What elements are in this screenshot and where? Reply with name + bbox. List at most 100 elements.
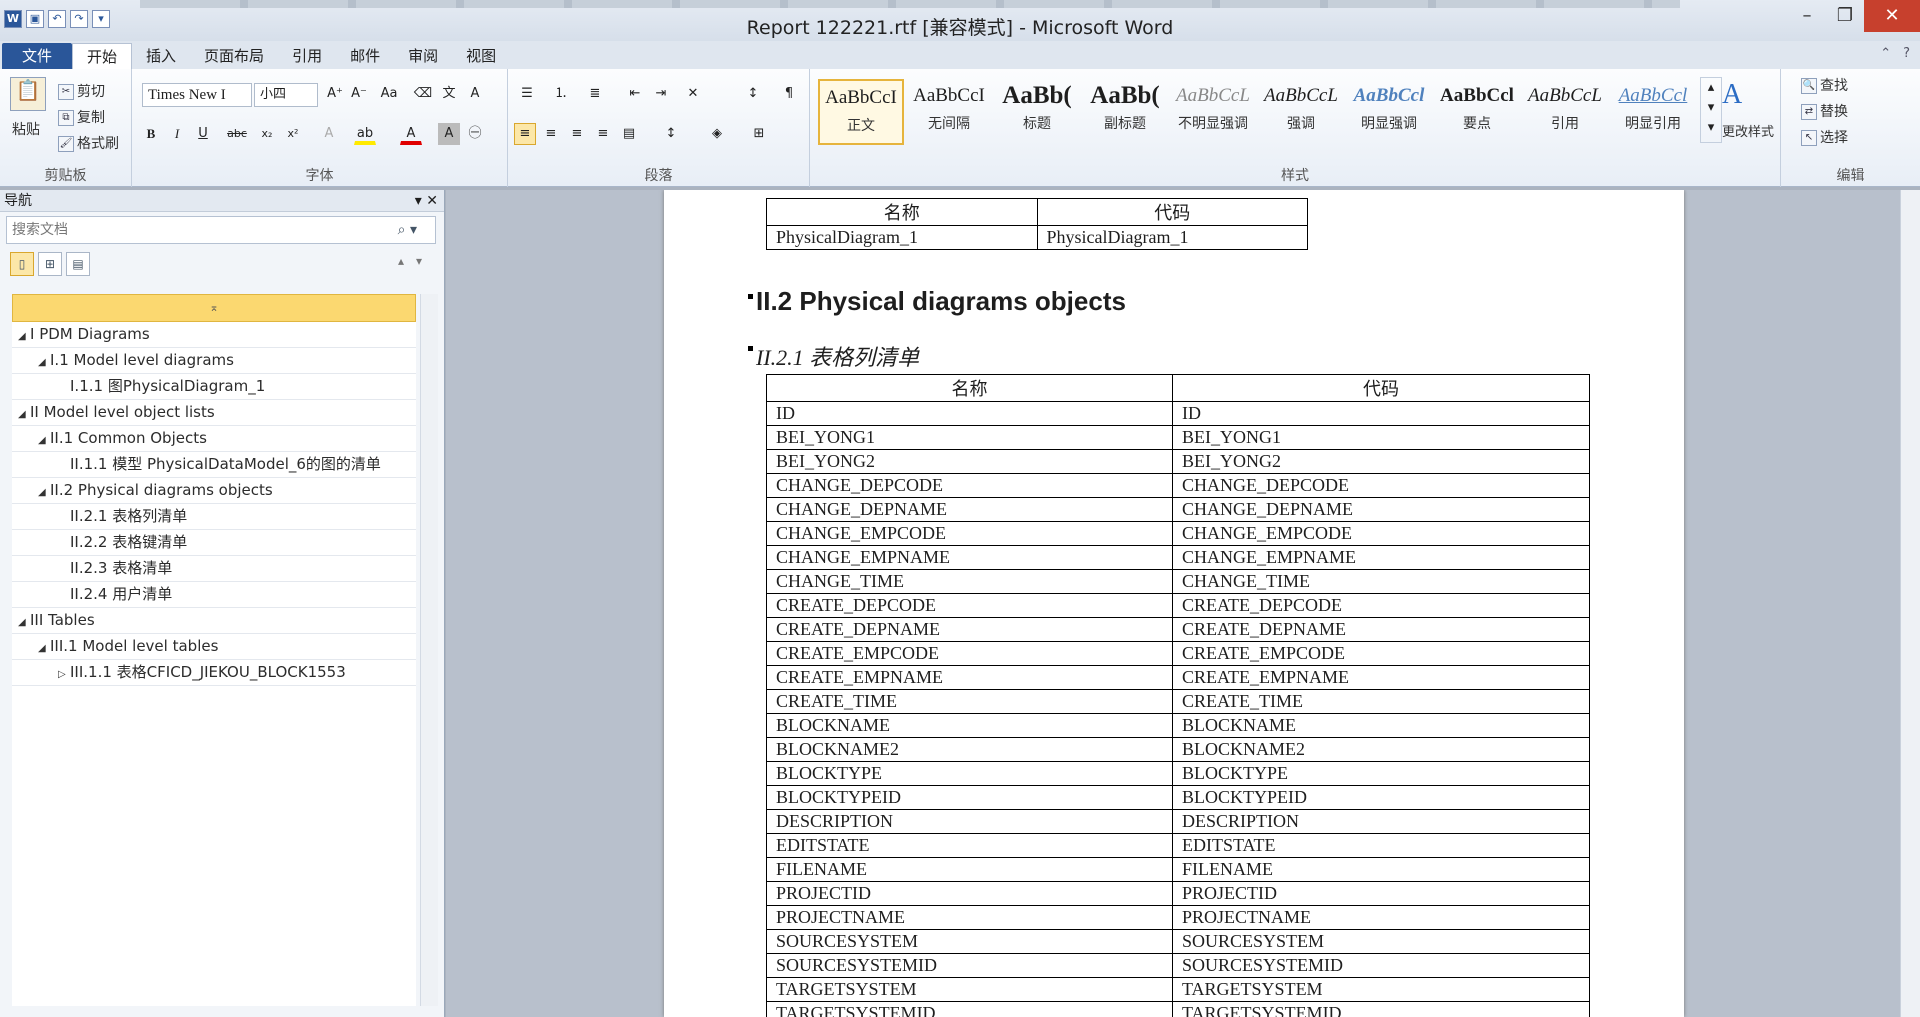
italic-icon[interactable]: I — [166, 123, 188, 145]
style-emphasis[interactable]: AaBbCcL 强调 — [1258, 79, 1344, 145]
nav-tree-item[interactable]: ◢ II.1 Common Objects — [12, 426, 416, 452]
tab-mailings[interactable]: 邮件 — [336, 43, 394, 69]
nav-prev-next-icon[interactable]: ▴▾ — [398, 254, 434, 268]
document-scrollbar[interactable] — [1900, 190, 1920, 1017]
style-intense-quote[interactable]: AaBbCcl 明显引用 — [1610, 79, 1696, 145]
collapse-icon[interactable]: ◢ — [18, 402, 30, 427]
font-name-combo[interactable]: Times New I — [142, 83, 252, 107]
justify-icon[interactable]: ≡ — [592, 123, 614, 145]
document-page[interactable]: 名称 代码 PhysicalDiagram_1 PhysicalDiagram_… — [664, 190, 1684, 1017]
enclose-char-icon[interactable]: ㊀ — [464, 123, 486, 145]
select-button[interactable]: ↖ 选择 — [1801, 127, 1848, 147]
change-styles-icon[interactable]: A — [1722, 79, 1742, 111]
collapse-icon[interactable]: ◢ — [18, 610, 30, 635]
styles-scroll-icon[interactable]: ▴ ▾ ▾ — [1700, 77, 1722, 143]
paste-button[interactable]: 粘贴 — [12, 119, 40, 139]
sort-icon[interactable]: ↕ — [742, 83, 764, 105]
collapse-icon[interactable]: ◢ — [18, 324, 30, 349]
nav-tree-item[interactable]: ◢ III Tables — [12, 608, 416, 634]
tab-review[interactable]: 审阅 — [394, 43, 452, 69]
collapse-icon[interactable]: ◢ — [38, 428, 50, 453]
tab-home[interactable]: 开始 — [72, 43, 133, 69]
align-right-icon[interactable]: ≡ — [566, 123, 588, 145]
align-left-icon[interactable]: ≡ — [514, 123, 536, 145]
nav-tree-item[interactable]: II.2.2 表格键清单 — [12, 530, 416, 556]
chinese-layout-icon[interactable]: ✕ — [682, 83, 704, 105]
search-input[interactable]: 搜索文档 ⌕ ▾ — [6, 216, 436, 244]
style-heading[interactable]: AaBb(标题 — [994, 79, 1080, 145]
collapse-all-bar[interactable]: ⌅ — [12, 294, 416, 322]
clear-format-icon[interactable]: ⌫ — [412, 83, 434, 105]
results-view-icon[interactable]: ▤ — [66, 252, 90, 276]
nav-tree-item[interactable]: ◢ I PDM Diagrams — [12, 322, 416, 348]
decrease-indent-icon[interactable]: ⇤ — [624, 83, 646, 105]
find-button[interactable]: 🔍 查找 — [1801, 75, 1848, 95]
expand-icon[interactable]: ▷ — [58, 662, 70, 687]
style-normal[interactable]: AaBbCcI 正文 — [818, 79, 904, 145]
search-icon[interactable]: ⌕ ▾ — [398, 217, 417, 243]
underline-icon[interactable]: U — [192, 123, 214, 145]
highlight-icon[interactable]: ab — [354, 123, 376, 145]
text-effect-icon[interactable]: A — [318, 123, 340, 145]
collapse-icon[interactable]: ◢ — [38, 350, 50, 375]
help-icon[interactable]: ? — [1903, 46, 1910, 61]
style-subtle-emphasis[interactable]: AaBbCcL 不明显强调 — [1170, 79, 1256, 145]
tree-scrollbar[interactable] — [420, 294, 438, 1006]
nav-tree-item[interactable]: II.2.3 表格清单 — [12, 556, 416, 582]
phonetic-guide-icon[interactable]: 文 — [438, 83, 460, 105]
style-quote[interactable]: AaBbCcL 引用 — [1522, 79, 1608, 145]
paste-icon[interactable]: 📋 — [10, 77, 46, 111]
style-intense-emphasis[interactable]: AaBbCcl 明显强调 — [1346, 79, 1432, 145]
nav-tree-item[interactable]: ◢ II Model level object lists — [12, 400, 416, 426]
bold-icon[interactable]: B — [140, 123, 162, 145]
collapse-icon[interactable]: ◢ — [38, 480, 50, 505]
grow-font-icon[interactable]: A⁺ — [324, 83, 346, 105]
tab-view[interactable]: 视图 — [452, 43, 510, 69]
superscript-icon[interactable]: x² — [282, 123, 304, 145]
nav-tree-item[interactable]: II.1.1 模型 PhysicalDataModel_6的图的清单 — [12, 452, 416, 478]
format-painter-button[interactable]: 🖌 格式刷 — [58, 133, 119, 153]
borders-icon[interactable]: ⊞ — [748, 123, 770, 145]
nav-tree-item[interactable]: ◢ I.1 Model level diagrams — [12, 348, 416, 374]
headings-view-icon[interactable]: ▯ — [10, 252, 34, 276]
char-shading-icon[interactable]: A — [438, 123, 460, 145]
nav-tree-item[interactable]: I.1.1 图PhysicalDiagram_1 — [12, 374, 416, 400]
bullets-icon[interactable]: ☰ — [516, 83, 538, 105]
pages-view-icon[interactable]: ⊞ — [38, 252, 62, 276]
show-marks-icon[interactable]: ¶ — [778, 83, 800, 105]
style-no-spacing[interactable]: AaBbCcI 无间隔 — [906, 79, 992, 145]
nav-tree-item[interactable]: ◢ III.1 Model level tables — [12, 634, 416, 660]
minimize-ribbon-icon[interactable]: ⌃ — [1880, 46, 1891, 61]
tab-page-layout[interactable]: 页面布局 — [190, 43, 278, 69]
shading-icon[interactable]: ◈ — [706, 123, 728, 145]
shrink-font-icon[interactable]: A⁻ — [348, 83, 370, 105]
style-subtitle[interactable]: AaBb(副标题 — [1082, 79, 1168, 145]
strikethrough-icon[interactable]: abc — [226, 123, 248, 145]
minimize-button[interactable]: – — [1788, 0, 1826, 32]
char-border-icon[interactable]: A — [464, 83, 486, 105]
tab-references[interactable]: 引用 — [278, 43, 336, 69]
collapse-icon[interactable]: ◢ — [38, 636, 50, 661]
close-nav-icon[interactable]: ▾ ✕ — [415, 190, 438, 212]
subscript-icon[interactable]: x₂ — [256, 123, 278, 145]
numbering-icon[interactable]: ⒈ — [550, 83, 572, 105]
change-case-icon[interactable]: Aa — [378, 83, 400, 105]
nav-tree-item[interactable]: ◢ II.2 Physical diagrams objects — [12, 478, 416, 504]
replace-button[interactable]: ⇄ 替换 — [1801, 101, 1848, 121]
close-button[interactable]: ✕ — [1864, 0, 1920, 32]
copy-button[interactable]: ⧉ 复制 — [58, 107, 105, 127]
cut-button[interactable]: ✂ 剪切 — [58, 81, 105, 101]
change-styles-button[interactable]: 更改样式 — [1722, 121, 1774, 140]
multilevel-list-icon[interactable]: ≣ — [584, 83, 606, 105]
font-color-icon[interactable]: A — [400, 123, 422, 145]
increase-indent-icon[interactable]: ⇥ — [650, 83, 672, 105]
nav-tree-item[interactable]: II.2.1 表格列清单 — [12, 504, 416, 530]
tab-insert[interactable]: 插入 — [132, 43, 190, 69]
line-spacing-icon[interactable]: ↕ — [660, 123, 682, 145]
tab-file[interactable]: 文件 — [2, 43, 73, 69]
distributed-icon[interactable]: ▤ — [618, 123, 640, 145]
restore-button[interactable]: ❐ — [1826, 0, 1864, 32]
align-center-icon[interactable]: ≡ — [540, 123, 562, 145]
nav-tree-item[interactable]: ▷ III.1.1 表格CFICD_JIEKOU_BLOCK1553 — [12, 660, 416, 686]
font-size-combo[interactable]: 小四 — [254, 83, 318, 107]
